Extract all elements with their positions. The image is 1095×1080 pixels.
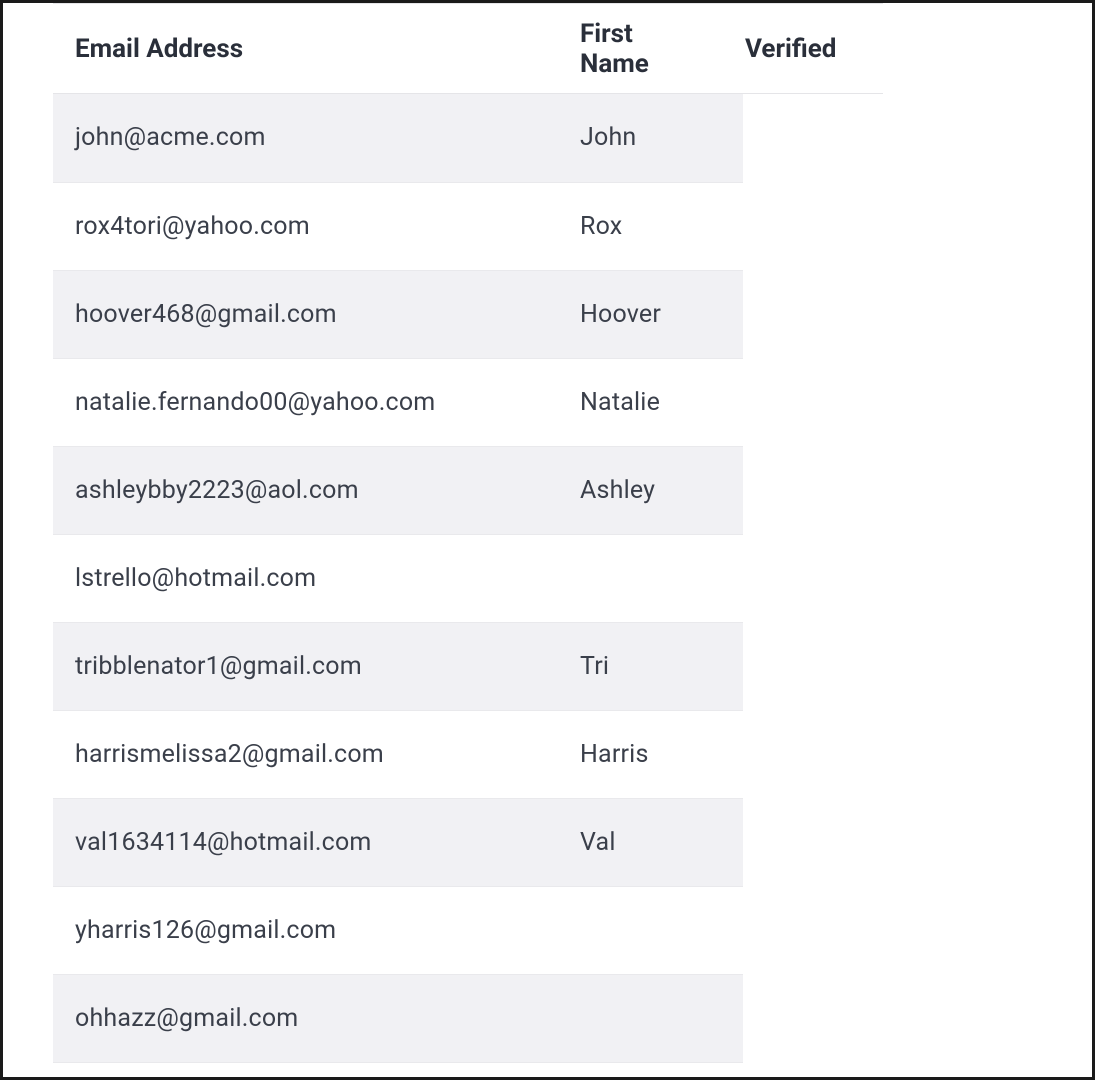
cell-email: yharris126@gmail.com <box>53 886 558 974</box>
cell-first-name <box>558 974 743 1062</box>
cell-first-name: Ashley <box>558 446 743 534</box>
column-header-email[interactable]: Email Address <box>53 4 558 94</box>
cell-email: natalie.fernando00@yahoo.com <box>53 358 558 446</box>
cell-email: ohhazz@gmail.com <box>53 974 558 1062</box>
cell-first-name: Natalie <box>558 358 743 446</box>
table-header: Email Address First Name Verified <box>53 4 883 94</box>
table-row[interactable]: john@acme.comJohn <box>53 94 743 182</box>
cell-email: val1634114@hotmail.com <box>53 798 558 886</box>
table-row[interactable]: hoover468@gmail.comHoover <box>53 270 743 358</box>
cell-email: rox4tori@yahoo.com <box>53 182 558 270</box>
table-row[interactable]: ashleybby2223@aol.comAshley <box>53 446 743 534</box>
cell-first-name <box>558 534 743 622</box>
table-row[interactable]: val1634114@hotmail.comVal <box>53 798 743 886</box>
table-row[interactable]: tribblenator1@gmail.comTri <box>53 622 743 710</box>
column-header-verified[interactable]: Verified <box>723 4 883 94</box>
table-row[interactable]: rox4tori@yahoo.comRox <box>53 182 743 270</box>
cell-first-name: Rox <box>558 182 743 270</box>
cell-email: lstrello@hotmail.com <box>53 534 558 622</box>
cell-first-name: Tri <box>558 622 743 710</box>
cell-email: ashleybby2223@aol.com <box>53 446 558 534</box>
cell-first-name: Hoover <box>558 270 743 358</box>
contacts-table-body: john@acme.comJohnrox4tori@yahoo.comRoxho… <box>53 94 743 1063</box>
cell-first-name <box>558 886 743 974</box>
table-row[interactable]: ohhazz@gmail.com <box>53 974 743 1062</box>
table-row[interactable]: lstrello@hotmail.com <box>53 534 743 622</box>
table-row[interactable]: yharris126@gmail.com <box>53 886 743 974</box>
table-row[interactable]: natalie.fernando00@yahoo.comNatalie <box>53 358 743 446</box>
cell-email: hoover468@gmail.com <box>53 270 558 358</box>
table-row[interactable]: harrismelissa2@gmail.comHarris <box>53 710 743 798</box>
cell-first-name: Harris <box>558 710 743 798</box>
cell-email: tribblenator1@gmail.com <box>53 622 558 710</box>
cell-email: john@acme.com <box>53 94 558 182</box>
cell-first-name: John <box>558 94 743 182</box>
contacts-table: Email Address First Name Verified <box>53 3 883 94</box>
column-header-first-name[interactable]: First Name <box>558 4 723 94</box>
cell-email: harrismelissa2@gmail.com <box>53 710 558 798</box>
contacts-table-container: Email Address First Name Verified john@a… <box>3 3 1092 1063</box>
cell-first-name: Val <box>558 798 743 886</box>
